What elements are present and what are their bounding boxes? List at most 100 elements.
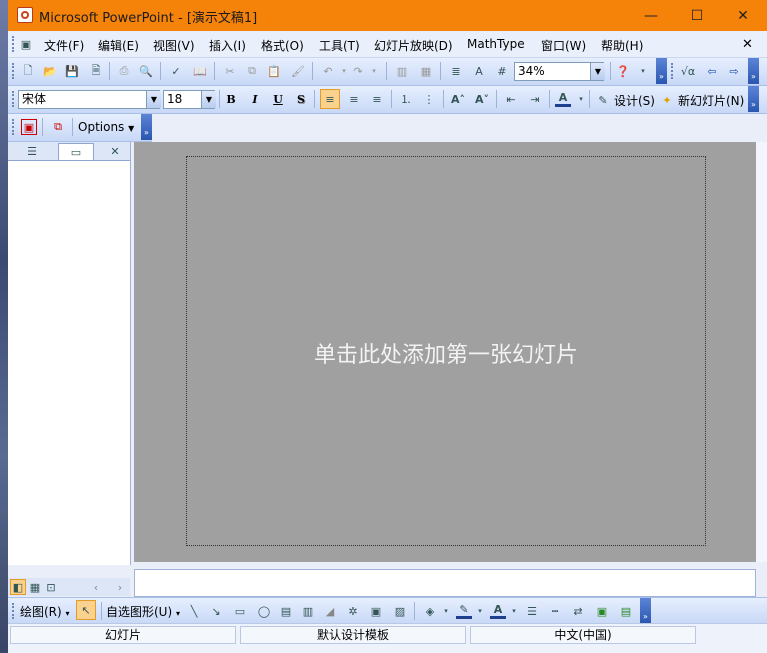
insert-table-icon[interactable]: ▦ [418,63,434,79]
addin-toolbar-grip[interactable] [12,119,17,135]
print-icon[interactable]: ⎙ [116,63,132,79]
pdf-icon[interactable]: ▣ [21,119,37,135]
powerpoint-app-icon[interactable] [17,7,33,23]
decrease-indent-icon[interactable]: ⇤ [503,91,519,107]
notes-pane[interactable] [134,569,756,597]
formatting-toolbar-options-icon[interactable]: » [748,86,759,112]
format-painter-icon[interactable]: 🖌 [290,63,306,79]
align-right-icon[interactable]: ≡ [369,91,385,107]
wordart-icon[interactable]: ◢ [322,603,338,619]
italic-button[interactable]: I [247,91,263,107]
drawing-toolbar-options-icon[interactable]: » [640,598,651,624]
save-icon[interactable]: 💾 [64,63,80,79]
clip-art-icon[interactable]: ▣ [368,603,384,619]
drawing-toolbar-grip[interactable] [12,603,17,619]
3d-style-icon[interactable]: ▤ [618,603,634,619]
bullets-icon[interactable]: ⋮ [421,91,437,107]
scroll-left-icon[interactable]: ‹ [88,579,104,595]
standard-toolbar-grip[interactable] [12,63,17,79]
line-color-dropdown-icon[interactable]: ▾ [472,603,488,619]
line-color-icon[interactable]: ✎ [456,603,472,619]
options-button[interactable]: Options ▼ [78,120,134,134]
slide-sorter-view-icon[interactable]: ▦ [27,579,43,595]
mathtype-equation-icon[interactable]: √α [680,63,696,79]
font-name-combo[interactable]: 宋体 [18,90,160,109]
draw-menu-button[interactable]: 绘图(R) ▾ [20,603,70,620]
rectangle-icon[interactable]: ▭ [232,603,248,619]
menu-slideshow[interactable]: 幻灯片放映(D) [374,37,453,54]
underline-button[interactable]: U [270,91,286,107]
pdf-options-icon[interactable]: ⧉ [50,119,66,135]
font-color-icon[interactable]: A [555,91,571,107]
align-left-icon[interactable]: ≡ [320,89,340,109]
insert-chart-icon[interactable]: ▥ [394,63,410,79]
close-button[interactable]: ✕ [720,0,766,31]
font-color-dropdown-icon[interactable]: ▾ [573,91,589,107]
show-formatting-icon[interactable]: A [471,63,487,79]
paste-icon[interactable]: 📋 [266,63,282,79]
fill-color-dropdown-icon[interactable]: ▾ [438,603,454,619]
shadow-style-icon[interactable]: ▣ [594,603,610,619]
arrow-style-icon[interactable]: ⇄ [570,603,586,619]
menu-help[interactable]: 帮助(H) [601,37,643,54]
status-template[interactable]: 默认设计模板 [240,626,466,644]
draw-font-color-icon[interactable]: A [490,603,506,619]
normal-view-icon[interactable]: ◧ [10,579,26,595]
slide-editing-canvas[interactable]: 单击此处添加第一张幻灯片 [134,142,756,562]
line-icon[interactable]: ╲ [186,603,202,619]
zoom-dropdown-icon[interactable]: ▼ [590,63,605,80]
addin-toolbar-options-icon[interactable]: » [141,114,152,140]
line-style-icon[interactable]: ☰ [524,603,540,619]
new-slide-button[interactable]: ✦ 新幻灯片(N) [659,92,744,109]
menu-edit[interactable]: 编辑(E) [98,37,139,54]
redo-dropdown-icon[interactable]: ▾ [366,63,382,79]
minimize-button[interactable]: — [628,0,674,31]
next-icon[interactable]: ⇨ [726,63,742,79]
help-icon[interactable]: ❓ [615,63,631,79]
print-preview-icon[interactable]: 🔍 [138,63,154,79]
add-first-slide-placeholder[interactable]: 单击此处添加第一张幻灯片 [187,337,705,369]
menubar-grip[interactable] [12,36,17,52]
menu-insert[interactable]: 插入(I) [209,37,246,54]
menu-mathtype[interactable]: MathType [467,37,525,51]
document-icon[interactable]: ▣ [18,36,34,52]
new-document-icon[interactable]: 🗋 [20,63,36,79]
dash-style-icon[interactable]: ┅ [547,603,563,619]
autoshapes-button[interactable]: 自选图形(U) ▾ [106,603,180,620]
spelling-icon[interactable]: ✓ [168,63,184,79]
menu-window[interactable]: 窗口(W) [541,37,586,54]
redo-icon[interactable]: ↷ [350,63,366,79]
decrease-font-icon[interactable]: A˅ [474,91,490,107]
numbering-icon[interactable]: ⒈ [398,91,414,107]
menu-file[interactable]: 文件(F) [44,37,84,54]
menu-view[interactable]: 视图(V) [153,37,195,54]
slide-frame[interactable]: 单击此处添加第一张幻灯片 [186,156,706,546]
vertical-text-box-icon[interactable]: ▥ [300,603,316,619]
open-folder-icon[interactable]: 📂 [42,63,58,79]
increase-font-icon[interactable]: A˄ [450,91,466,107]
shadow-button[interactable]: S [293,91,309,107]
picture-icon[interactable]: ▨ [392,603,408,619]
text-box-icon[interactable]: ▤ [278,603,294,619]
design-button[interactable]: ✎ 设计(S) [595,92,655,109]
maximize-button[interactable]: ☐ [674,0,720,31]
align-center-icon[interactable]: ≡ [346,91,362,107]
formatting-toolbar-grip[interactable] [12,91,17,107]
bold-button[interactable]: B [223,91,239,107]
outline-tab-icon[interactable]: ☰ [24,143,40,159]
menu-tools[interactable]: 工具(T) [319,37,360,54]
mathtype-toolbar-grip[interactable] [671,63,676,79]
scroll-right-icon[interactable]: › [112,579,128,595]
copy-icon[interactable]: ⧉ [244,63,260,79]
panel-close-icon[interactable]: ✕ [107,143,123,159]
show-grid-icon[interactable]: # [494,63,510,79]
expand-all-icon[interactable]: ≣ [448,63,464,79]
slideshow-view-icon[interactable]: ⊡ [43,579,59,595]
document-close-button[interactable]: ✕ [742,37,753,52]
diagram-icon[interactable]: ✲ [345,603,361,619]
select-objects-icon[interactable]: ↖ [76,600,96,620]
fill-color-icon[interactable]: ◈ [422,603,438,619]
font-name-dropdown-icon[interactable]: ▼ [146,91,161,108]
previous-icon[interactable]: ⇦ [704,63,720,79]
arrow-icon[interactable]: ↘ [208,603,224,619]
